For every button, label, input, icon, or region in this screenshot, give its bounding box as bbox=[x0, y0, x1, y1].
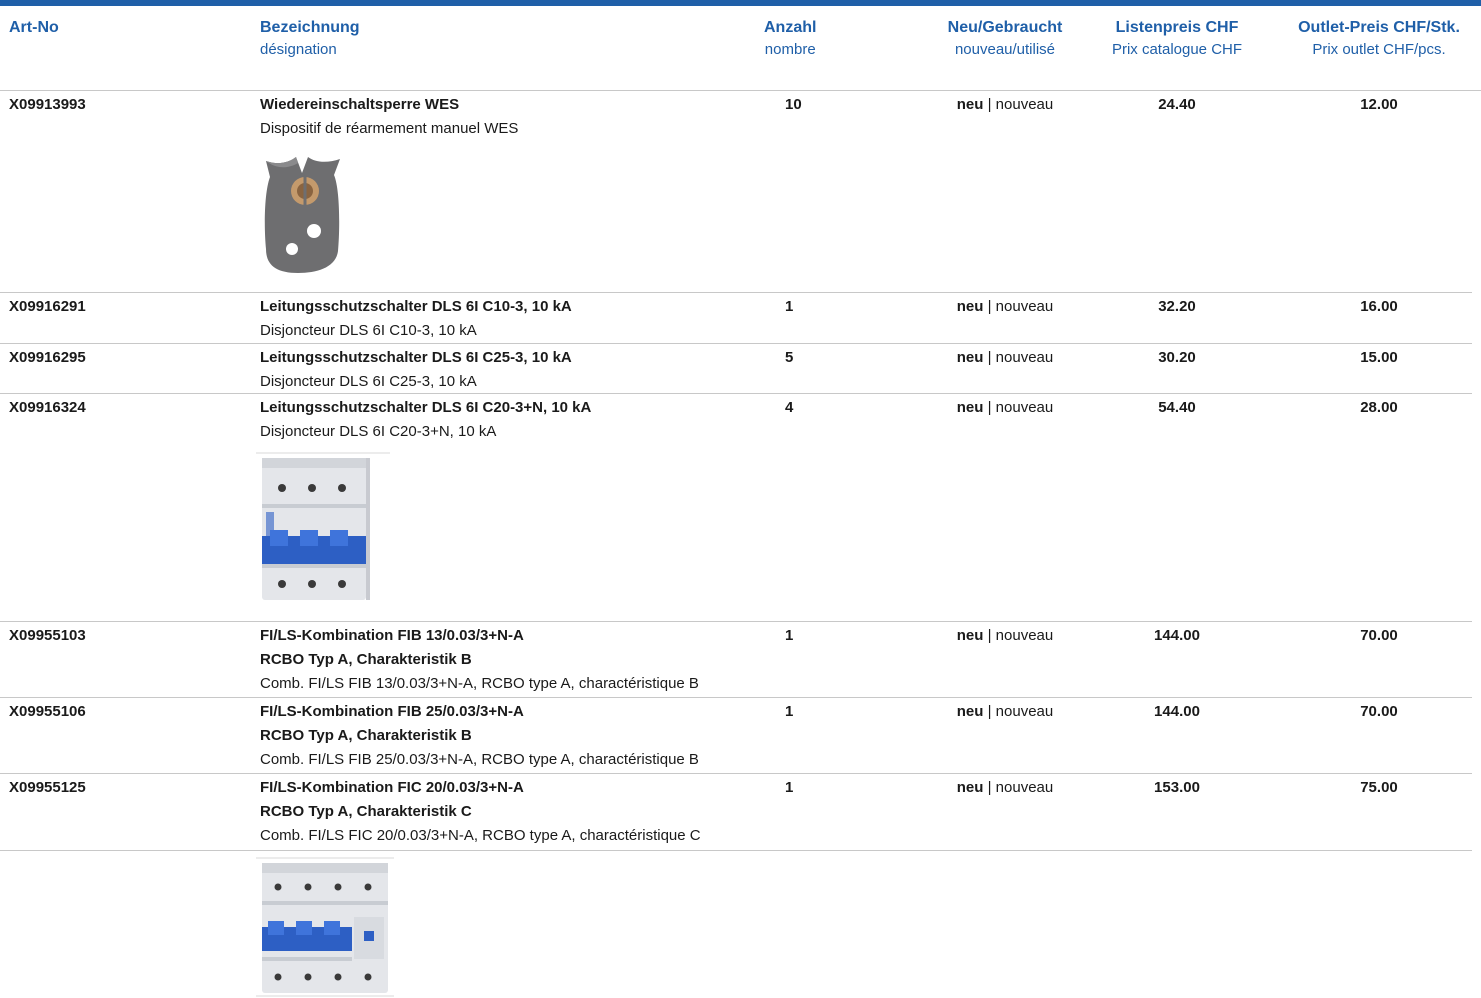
condition: neu | nouveau bbox=[956, 96, 1054, 113]
description-de-2: RCBO Typ A, Charakteristik B bbox=[260, 727, 472, 744]
outlet-price: 16.00 bbox=[1360, 298, 1398, 315]
condition: neu | nouveau bbox=[956, 779, 1054, 796]
condition: neu | nouveau bbox=[956, 627, 1054, 644]
description-fr: Dispositif de réarmement manuel WES bbox=[260, 120, 519, 137]
condition: neu | nouveau bbox=[956, 399, 1054, 416]
article-number: X09955103 bbox=[9, 627, 86, 644]
article-number: X09916291 bbox=[9, 298, 86, 315]
list-price: 32.20 bbox=[1158, 298, 1196, 315]
table-row: X09916291 Leitungsschutzschalter DLS 6I … bbox=[0, 293, 1472, 344]
article-number: X09955106 bbox=[9, 703, 86, 720]
circuit-breaker-3p-image bbox=[256, 452, 390, 600]
description-de: FI/LS-Kombination FIB 25/0.03/3+N-A bbox=[260, 703, 524, 720]
outlet-price: 28.00 bbox=[1360, 399, 1398, 416]
reclosing-lock-image bbox=[264, 157, 340, 273]
quantity: 1 bbox=[785, 703, 794, 720]
description-de: Leitungsschutzschalter DLS 6I C10-3, 10 … bbox=[260, 298, 572, 315]
description-fr: Comb. FI/LS FIB 13/0.03/3+N-A, RCBO type… bbox=[260, 675, 699, 692]
header-outlet-price: Outlet-Preis CHF/Stk. Prix outlet CHF/pc… bbox=[1298, 19, 1460, 58]
article-number: X09916295 bbox=[9, 349, 86, 366]
header-list-price: Listenpreis CHF Prix catalogue CHF bbox=[1111, 19, 1243, 58]
description-de: Leitungsschutzschalter DLS 6I C20-3+N, 1… bbox=[260, 399, 592, 416]
header-quantity: Anzahl nombre bbox=[764, 19, 817, 58]
condition: neu | nouveau bbox=[956, 298, 1054, 315]
item-description: Leitungsschutzschalter DLS 6I C20-3+N, 1… bbox=[260, 396, 591, 444]
list-price: 24.40 bbox=[1158, 96, 1196, 113]
article-number: X09913993 bbox=[9, 96, 86, 113]
quantity: 1 bbox=[785, 627, 794, 644]
item-description: Wiedereinschaltsperre WES Dispositif de … bbox=[260, 93, 518, 141]
rcbo-4p-image bbox=[256, 857, 394, 997]
quantity: 10 bbox=[785, 96, 802, 113]
description-fr: Comb. FI/LS FIC 20/0.03/3+N-A, RCBO type… bbox=[260, 827, 701, 844]
list-price: 30.20 bbox=[1158, 349, 1196, 366]
description-de-2: RCBO Typ A, Charakteristik B bbox=[260, 651, 472, 668]
outlet-price: 75.00 bbox=[1360, 779, 1398, 796]
quantity: 1 bbox=[785, 779, 794, 796]
item-description: FI/LS-Kombination FIB 25/0.03/3+N-A RCBO… bbox=[260, 700, 699, 772]
description-fr: Disjoncteur DLS 6I C25-3, 10 kA bbox=[260, 373, 477, 390]
item-description: FI/LS-Kombination FIB 13/0.03/3+N-A RCBO… bbox=[260, 624, 699, 696]
list-price: 153.00 bbox=[1154, 779, 1200, 796]
outlet-price: 12.00 bbox=[1360, 96, 1398, 113]
description-de: FI/LS-Kombination FIC 20/0.03/3+N-A bbox=[260, 779, 524, 796]
table-row: X09916295 Leitungsschutzschalter DLS 6I … bbox=[0, 344, 1472, 394]
list-price: 144.00 bbox=[1154, 627, 1200, 644]
list-price: 54.40 bbox=[1158, 399, 1196, 416]
header-designation: Bezeichnung désignation bbox=[260, 19, 360, 58]
description-fr: Disjoncteur DLS 6I C10-3, 10 kA bbox=[260, 322, 477, 339]
article-number: X09916324 bbox=[9, 399, 86, 416]
quantity: 4 bbox=[785, 399, 794, 416]
list-price: 144.00 bbox=[1154, 703, 1200, 720]
article-number: X09955125 bbox=[9, 779, 86, 796]
table-row: X09955106 FI/LS-Kombination FIB 25/0.03/… bbox=[0, 698, 1472, 774]
description-de-2: RCBO Typ A, Charakteristik C bbox=[260, 803, 472, 820]
outlet-price: 15.00 bbox=[1360, 349, 1398, 366]
outlet-price: 70.00 bbox=[1360, 627, 1398, 644]
header-condition: Neu/Gebraucht nouveau/utilisé bbox=[947, 19, 1063, 58]
table-row: X09955103 FI/LS-Kombination FIB 13/0.03/… bbox=[0, 622, 1472, 698]
condition: neu | nouveau bbox=[956, 349, 1054, 366]
item-description: Leitungsschutzschalter DLS 6I C10-3, 10 … bbox=[260, 295, 572, 343]
description-de: Wiedereinschaltsperre WES bbox=[260, 96, 460, 113]
description-de: Leitungsschutzschalter DLS 6I C25-3, 10 … bbox=[260, 349, 572, 366]
quantity: 1 bbox=[785, 298, 794, 315]
item-description: Leitungsschutzschalter DLS 6I C25-3, 10 … bbox=[260, 346, 572, 394]
description-de: FI/LS-Kombination FIB 13/0.03/3+N-A bbox=[260, 627, 524, 644]
description-fr: Disjoncteur DLS 6I C20-3+N, 10 kA bbox=[260, 423, 497, 440]
header-art-no: Art-No bbox=[9, 19, 59, 36]
outlet-price: 70.00 bbox=[1360, 703, 1398, 720]
table-row: X09916324 Leitungsschutzschalter DLS 6I … bbox=[0, 394, 1472, 622]
condition: neu | nouveau bbox=[956, 703, 1054, 720]
item-description: FI/LS-Kombination FIC 20/0.03/3+N-A RCBO… bbox=[260, 776, 701, 848]
table-header: Art-No Bezeichnung désignation Anzahl no… bbox=[0, 6, 1481, 91]
description-fr: Comb. FI/LS FIB 25/0.03/3+N-A, RCBO type… bbox=[260, 751, 699, 768]
table-row: X09955125 FI/LS-Kombination FIC 20/0.03/… bbox=[0, 774, 1472, 851]
table-row: X09913993 Wiedereinschaltsperre WES Disp… bbox=[0, 91, 1472, 293]
quantity: 5 bbox=[785, 349, 794, 366]
